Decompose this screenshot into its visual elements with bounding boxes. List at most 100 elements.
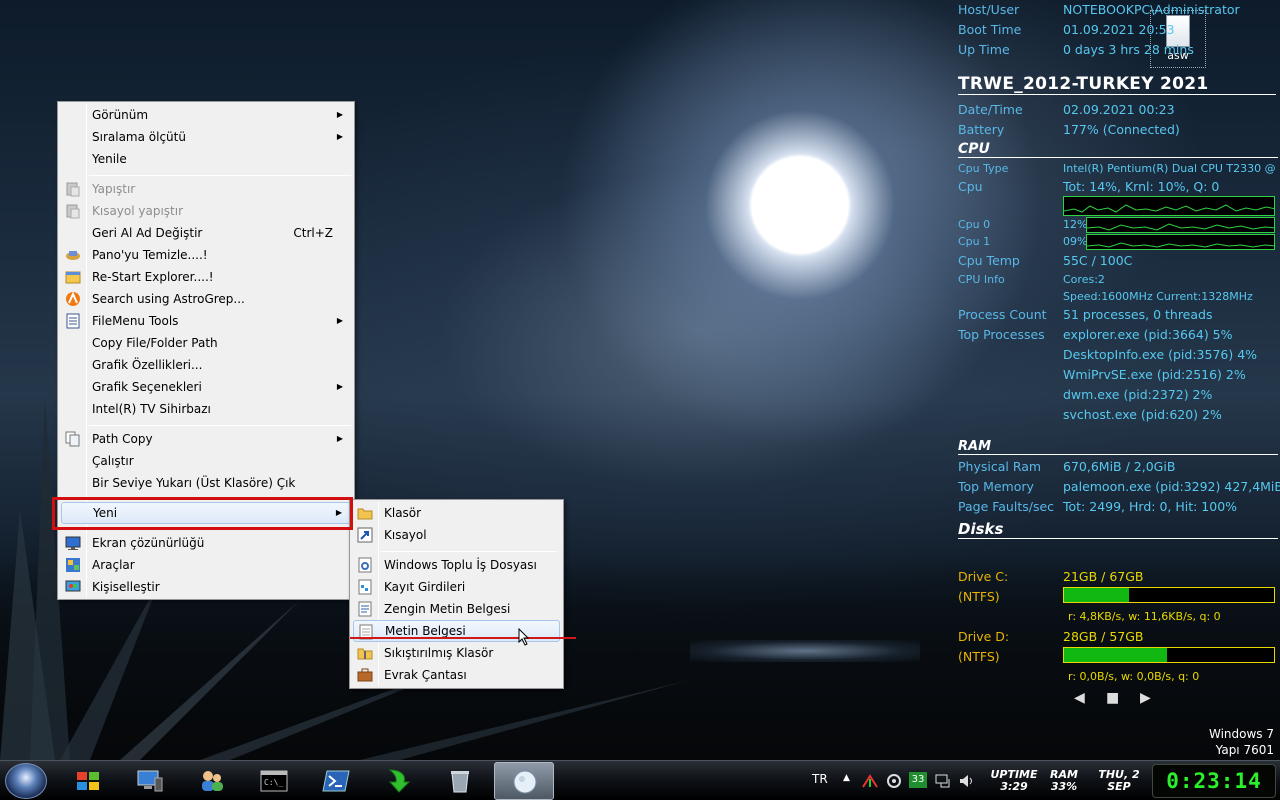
taskbar-app-users[interactable]: [182, 762, 242, 800]
menu-item-paste[interactable]: Yapıştır: [61, 178, 351, 200]
page-faults-key: Page Faults/sec: [958, 499, 1055, 514]
cpu-type-value: Intel(R) Pentium(R) Dual CPU T2330 @: [1063, 162, 1276, 175]
menu-item-label: FileMenu Tools: [92, 314, 179, 328]
taskbar-app-recycle-bin[interactable]: [430, 762, 490, 800]
menu-item-label: Bir Seviye Yukarı (Üst Klasöre) Çık: [92, 476, 296, 490]
new-submenu: Klasör Kısayol Windows Toplu İş Dosyası …: [349, 499, 564, 689]
menu-item-tools[interactable]: Araçlar: [61, 554, 351, 576]
submenu-arrow-icon: ▶: [336, 132, 343, 141]
network-icon[interactable]: [934, 772, 952, 790]
mouse-cursor-icon: [518, 628, 530, 646]
drive-c-io: r: 4,8KB/s, w: 11,6KB/s, q: 0: [1068, 610, 1221, 623]
wallpaper-lake-reflection: [690, 640, 920, 662]
cpu0-key: Cpu 0: [958, 218, 991, 231]
drive-c-key: Drive C:: [958, 569, 1009, 584]
menu-item-paste-shortcut[interactable]: Kısayol yapıştır: [61, 200, 351, 222]
menu-item-label: Görünüm: [92, 108, 149, 122]
submenu-item-rich-text[interactable]: Zengin Metin Belgesi: [353, 598, 560, 620]
submenu-arrow-icon: ▶: [336, 316, 343, 325]
cpu-info-cores: Cores:2: [1063, 273, 1105, 286]
menu-item-undo-rename[interactable]: Geri Al Ad Değiştir Ctrl+Z: [61, 222, 351, 244]
drive-c-usage-fill: [1064, 588, 1130, 602]
menu-item-label: Ekran çözünürlüğü: [92, 536, 205, 550]
volume-icon[interactable]: [958, 772, 976, 790]
taskbar-app-browser[interactable]: [494, 762, 554, 800]
prev-page-icon[interactable]: ◀: [1074, 690, 1085, 706]
submenu-item-shortcut[interactable]: Kısayol: [353, 524, 560, 546]
date-gadget[interactable]: THU, 2 SEP: [1092, 769, 1146, 793]
stop-icon[interactable]: ■: [1106, 690, 1119, 706]
menu-item-path-copy[interactable]: Path Copy ▶: [61, 428, 351, 450]
top-memory-value: palemoon.exe (pid:3292) 427,4MiB: [1063, 479, 1280, 494]
next-page-icon[interactable]: ▶: [1140, 690, 1151, 706]
tray-badge-counter[interactable]: 33: [909, 772, 927, 788]
menu-item-view[interactable]: Görünüm ▶: [61, 104, 351, 126]
top-processes-key: Top Processes: [958, 327, 1045, 342]
physical-ram-key: Physical Ram: [958, 459, 1042, 474]
disc-icon[interactable]: [886, 773, 902, 789]
digital-clock[interactable]: 0:23:14: [1152, 764, 1276, 798]
menu-item-label: Kayıt Girdileri: [384, 580, 466, 594]
menu-item-copy-path[interactable]: Copy File/Folder Path: [61, 332, 351, 354]
start-button[interactable]: [5, 763, 47, 799]
menu-item-refresh[interactable]: Yenile: [61, 148, 351, 170]
submenu-item-registry[interactable]: Kayıt Girdileri: [353, 576, 560, 598]
menu-item-one-level-up[interactable]: Bir Seviye Yukarı (Üst Klasöre) Çık: [61, 472, 351, 494]
menu-item-restart-explorer[interactable]: Re-Start Explorer....!: [61, 266, 351, 288]
uptime-gadget: UPTIME 3:29: [986, 769, 1042, 793]
menu-item-graphics-options[interactable]: Grafik Seçenekleri ▶: [61, 376, 351, 398]
menu-item-label: Geri Al Ad Değiştir: [92, 226, 203, 240]
menu-item-label: Grafik Seçenekleri: [92, 380, 202, 394]
windows-build-line: Yapı 7601: [1215, 743, 1274, 757]
taskbar-app-downloader[interactable]: [368, 762, 428, 800]
submenu-item-folder[interactable]: Klasör: [353, 502, 560, 524]
users-icon: [202, 771, 223, 791]
cpu-total-graph: [1063, 196, 1275, 216]
cpu-temp-key: Cpu Temp: [958, 253, 1020, 268]
top-memory-key: Top Memory: [958, 479, 1034, 494]
menu-item-run[interactable]: Çalıştır: [61, 450, 351, 472]
network-warning-icon[interactable]: [862, 773, 878, 789]
batch-file-icon: [357, 557, 373, 573]
cpu0-value: 12%: [1063, 218, 1088, 231]
menu-item-label: Path Copy: [92, 432, 153, 446]
menu-item-label: Zengin Metin Belgesi: [384, 602, 511, 616]
menu-item-clear-clipboard[interactable]: Pano'yu Temizle....!: [61, 244, 351, 266]
powershell-icon: [322, 770, 350, 792]
taskbar-app-computer[interactable]: [120, 762, 180, 800]
cpu-temp-value: 55C / 100C: [1063, 253, 1133, 268]
submenu-item-batch-file[interactable]: Windows Toplu İş Dosyası: [353, 554, 560, 576]
menu-item-astrogrep[interactable]: Search using AstroGrep...: [61, 288, 351, 310]
taskbar-app-powershell[interactable]: [306, 762, 366, 800]
cpu-info-key: CPU Info: [958, 273, 1005, 286]
menu-item-intel-tv[interactable]: Intel(R) TV Sihirbazı: [61, 398, 351, 420]
menu-separator: [89, 425, 351, 426]
menu-item-label: Pano'yu Temizle....!: [92, 248, 208, 262]
shortcut-icon: [357, 527, 373, 543]
green-arrow-icon: [388, 769, 411, 793]
taskbar-app-windows[interactable]: [58, 762, 118, 800]
menu-item-filemenu-tools[interactable]: FileMenu Tools ▶: [61, 310, 351, 332]
menu-item-label: Windows Toplu İş Dosyası: [384, 558, 537, 572]
boot-time-value: 01.09.2021 20:53: [1063, 22, 1175, 37]
taskbar-app-command-prompt[interactable]: C:\_: [244, 762, 304, 800]
menu-item-label: Sıkıştırılmış Klasör: [384, 646, 494, 660]
menu-item-graphics-properties[interactable]: Grafik Özellikleri...: [61, 354, 351, 376]
cpu-info-speed: Speed:1600MHz Current:1328MHz: [1063, 290, 1253, 303]
date-time-key: Date/Time: [958, 102, 1023, 117]
menu-item-screen-resolution[interactable]: Ekran çözünürlüğü: [61, 532, 351, 554]
cpu-key: Cpu: [958, 179, 983, 194]
menu-item-personalize[interactable]: Kişiselleştir: [61, 576, 351, 598]
drive-d-key: Drive D:: [958, 629, 1010, 644]
battery-key: Battery: [958, 122, 1005, 137]
submenu-item-briefcase[interactable]: Evrak Çantası: [353, 664, 560, 686]
registry-file-icon: [357, 579, 373, 595]
page-faults-value: Tot: 2499, Hrd: 0, Hit: 100%: [1063, 499, 1238, 514]
date-month: SEP: [1107, 780, 1131, 793]
drive-c-fs: (NTFS): [958, 589, 1000, 604]
show-hidden-icons-icon[interactable]: ▲: [843, 773, 850, 783]
menu-item-sort-by[interactable]: Sıralama ölçütü ▶: [61, 126, 351, 148]
language-indicator[interactable]: TR: [812, 772, 828, 786]
filemenu-tools-icon: [65, 313, 81, 329]
monitor-icon: [65, 535, 81, 551]
